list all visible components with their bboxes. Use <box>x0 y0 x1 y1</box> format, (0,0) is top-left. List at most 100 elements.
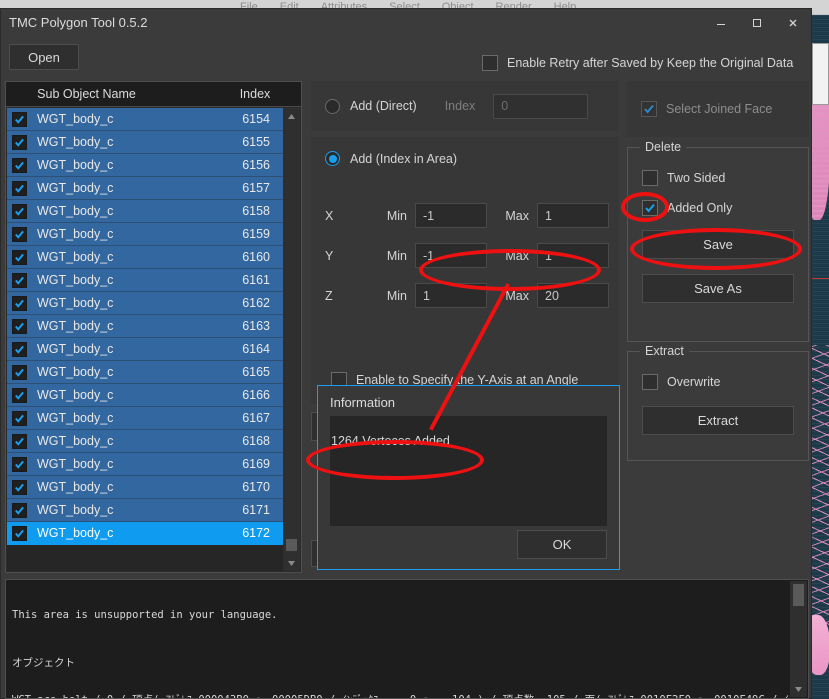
table-row[interactable]: WGT_body_c 6171 <box>7 499 284 522</box>
row-checkbox[interactable] <box>12 272 27 288</box>
row-checkbox[interactable] <box>12 502 27 518</box>
add-direct-label: Add (Direct) <box>350 99 417 113</box>
delete-group: Delete Two Sided Added Only Save Save As <box>627 140 809 342</box>
delete-group-legend: Delete <box>640 140 687 154</box>
vertices-added-message: 1264 Verteces Added <box>331 434 450 448</box>
screen: File Edit Attributes Select Object Rende… <box>0 0 829 699</box>
row-checkbox[interactable] <box>12 111 27 127</box>
information-dialog: Information 1264 Verteces Added OK <box>317 385 620 570</box>
two-sided-checkbox[interactable] <box>642 170 658 186</box>
table-row[interactable]: WGT_body_c 6154 <box>7 108 284 131</box>
tmc-polygon-tool-window: TMC Polygon Tool 0.5.2 Open Enable Retry… <box>0 8 812 699</box>
table-row[interactable]: WGT_body_c 6169 <box>7 453 284 476</box>
add-index-in-area-group: Add (Index in Area) X Min -1 Max 1 Y Min… <box>311 137 619 404</box>
row-checkbox[interactable] <box>12 364 27 380</box>
add-area-radio-row[interactable]: Add (Index in Area) <box>325 151 457 166</box>
table-row[interactable]: WGT_body_c 6159 <box>7 223 284 246</box>
log-scrollbar[interactable] <box>790 581 807 697</box>
row-index: 6168 <box>242 434 270 448</box>
table-row[interactable]: WGT_body_c 6167 <box>7 407 284 430</box>
log-panel[interactable]: This area is unsupported in your languag… <box>5 579 809 699</box>
scroll-up-icon[interactable] <box>283 108 300 124</box>
x-min-input[interactable]: -1 <box>415 203 487 228</box>
column-header-index: Index <box>239 87 271 101</box>
row-checkbox[interactable] <box>12 456 27 472</box>
row-sub-object-name: WGT_body_c <box>37 434 114 448</box>
row-checkbox[interactable] <box>12 157 27 173</box>
row-checkbox[interactable] <box>12 180 27 196</box>
table-row[interactable]: WGT_body_c 6166 <box>7 384 284 407</box>
overwrite-row[interactable]: Overwrite <box>642 374 720 390</box>
save-as-button[interactable]: Save As <box>642 274 794 303</box>
added-only-checkbox[interactable] <box>642 200 658 216</box>
add-direct-group: Add (Direct) Index 0 <box>311 81 619 131</box>
add-index-in-area-radio[interactable] <box>325 151 340 166</box>
log-scroll-down-icon[interactable] <box>790 681 807 697</box>
row-index: 6166 <box>242 388 270 402</box>
retry-checkbox-row[interactable]: Enable Retry after Saved by Keep the Ori… <box>482 55 793 71</box>
table-row[interactable]: WGT_body_c 6160 <box>7 246 284 269</box>
x-max-input[interactable]: 1 <box>537 203 609 228</box>
row-checkbox[interactable] <box>12 410 27 426</box>
row-checkbox[interactable] <box>12 318 27 334</box>
two-sided-row[interactable]: Two Sided <box>642 170 725 186</box>
added-only-row[interactable]: Added Only <box>642 200 732 216</box>
table-row[interactable]: WGT_body_c 6162 <box>7 292 284 315</box>
row-checkbox[interactable] <box>12 226 27 242</box>
z-axis-row: Z Min 1 Max 20 <box>325 283 609 308</box>
row-checkbox[interactable] <box>12 387 27 403</box>
table-row[interactable]: WGT_body_c 6158 <box>7 200 284 223</box>
open-button[interactable]: Open <box>9 44 79 70</box>
row-checkbox[interactable] <box>12 341 27 357</box>
z-max-label: Max <box>505 288 529 303</box>
log-scrollbar-thumb[interactable] <box>793 584 804 606</box>
table-row[interactable]: WGT_body_c 6157 <box>7 177 284 200</box>
list-scrollbar-thumb[interactable] <box>286 539 297 551</box>
row-sub-object-name: WGT_body_c <box>37 181 114 195</box>
z-max-input[interactable]: 20 <box>537 283 609 308</box>
table-row[interactable]: WGT_body_c 6172 <box>7 522 284 545</box>
dialog-ok-button[interactable]: OK <box>517 530 607 559</box>
row-checkbox[interactable] <box>12 249 27 265</box>
y-min-input[interactable]: -1 <box>415 243 487 268</box>
overwrite-checkbox[interactable] <box>642 374 658 390</box>
y-max-input[interactable]: 1 <box>537 243 609 268</box>
select-joined-face-row[interactable]: Select Joined Face <box>627 81 809 137</box>
row-checkbox[interactable] <box>12 479 27 495</box>
row-checkbox[interactable] <box>12 134 27 150</box>
title-bar[interactable]: TMC Polygon Tool 0.5.2 <box>1 9 811 39</box>
row-checkbox[interactable] <box>12 203 27 219</box>
z-min-input[interactable]: 1 <box>415 283 487 308</box>
index-input[interactable]: 0 <box>493 93 589 119</box>
extract-button[interactable]: Extract <box>642 406 794 435</box>
log-notice: This area is unsupported in your languag… <box>12 608 278 621</box>
row-sub-object-name: WGT_body_c <box>37 411 114 425</box>
row-checkbox[interactable] <box>12 295 27 311</box>
scroll-down-icon[interactable] <box>283 555 300 571</box>
select-joined-face-checkbox[interactable] <box>641 101 657 117</box>
table-row[interactable]: WGT_body_c 6156 <box>7 154 284 177</box>
list-body[interactable]: WGT_body_c 6154 WGT_body_c 6155 WGT_body_c 61… <box>7 108 284 571</box>
retry-checkbox[interactable] <box>482 55 498 71</box>
table-row[interactable]: WGT_body_c 6161 <box>7 269 284 292</box>
row-checkbox[interactable] <box>12 525 27 541</box>
minimize-icon[interactable] <box>703 9 739 37</box>
table-row[interactable]: WGT_body_c 6155 <box>7 131 284 154</box>
table-row[interactable]: WGT_body_c 6165 <box>7 361 284 384</box>
log-lines: WGT_acs_belt / 0 / 頂点( ｱﾄﾞﾚｽ 000043B0 ～ … <box>12 694 789 698</box>
row-index: 6158 <box>242 204 270 218</box>
x-max-label: Max <box>505 208 529 223</box>
maximize-icon[interactable] <box>739 9 775 37</box>
table-row[interactable]: WGT_body_c 6168 <box>7 430 284 453</box>
save-button[interactable]: Save <box>642 230 794 259</box>
table-row[interactable]: WGT_body_c 6170 <box>7 476 284 499</box>
table-row[interactable]: WGT_body_c 6164 <box>7 338 284 361</box>
table-row[interactable]: WGT_body_c 6163 <box>7 315 284 338</box>
row-checkbox[interactable] <box>12 433 27 449</box>
add-direct-radio[interactable] <box>325 98 340 114</box>
row-index: 6171 <box>242 503 270 517</box>
row-index: 6162 <box>242 296 270 310</box>
row-sub-object-name: WGT_body_c <box>37 273 114 287</box>
close-icon[interactable] <box>775 9 811 37</box>
list-scrollbar[interactable] <box>283 108 300 571</box>
